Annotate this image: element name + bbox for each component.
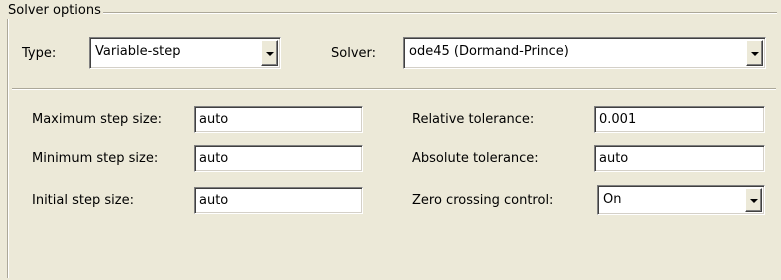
- absolute-tolerance-field[interactable]: [594, 145, 765, 172]
- solver-options-panel: Solver options Type: Variable-step Solve…: [0, 0, 781, 280]
- type-dropdown-button[interactable]: [261, 40, 278, 66]
- relative-tolerance-label: Relative tolerance:: [412, 112, 535, 127]
- absolute-tolerance-input[interactable]: [597, 148, 762, 169]
- zero-crossing-control-label: Zero crossing control:: [412, 193, 554, 208]
- type-dropdown[interactable]: Variable-step: [89, 37, 281, 69]
- chevron-down-icon: [751, 52, 759, 56]
- absolute-tolerance-label: Absolute tolerance:: [412, 151, 539, 166]
- zero-crossing-control-button[interactable]: [745, 188, 762, 212]
- min-step-size-field[interactable]: [194, 145, 363, 172]
- zero-crossing-control-value: On: [603, 192, 622, 207]
- relative-tolerance-input[interactable]: [597, 109, 762, 130]
- solver-dropdown[interactable]: ode45 (Dormand-Prince): [403, 37, 766, 69]
- max-step-size-input[interactable]: [197, 109, 360, 130]
- zero-crossing-control-dropdown[interactable]: On: [597, 185, 765, 215]
- max-step-size-label: Maximum step size:: [32, 112, 163, 127]
- min-step-size-label: Minimum step size:: [32, 151, 159, 166]
- solver-dropdown-value: ode45 (Dormand-Prince): [409, 44, 569, 59]
- solver-label: Solver:: [331, 46, 377, 61]
- relative-tolerance-field[interactable]: [594, 106, 765, 133]
- chevron-down-icon: [266, 52, 274, 56]
- type-dropdown-value: Variable-step: [95, 44, 181, 59]
- solver-dropdown-button[interactable]: [746, 40, 763, 66]
- initial-step-size-label: Initial step size:: [32, 193, 134, 208]
- initial-step-size-field[interactable]: [194, 187, 363, 214]
- chevron-down-icon: [750, 199, 758, 203]
- solver-options-legend: Solver options: [6, 3, 103, 19]
- options-separator: [12, 88, 776, 90]
- min-step-size-input[interactable]: [197, 148, 360, 169]
- initial-step-size-input[interactable]: [197, 190, 360, 211]
- max-step-size-field[interactable]: [194, 106, 363, 133]
- type-label: Type:: [22, 46, 57, 61]
